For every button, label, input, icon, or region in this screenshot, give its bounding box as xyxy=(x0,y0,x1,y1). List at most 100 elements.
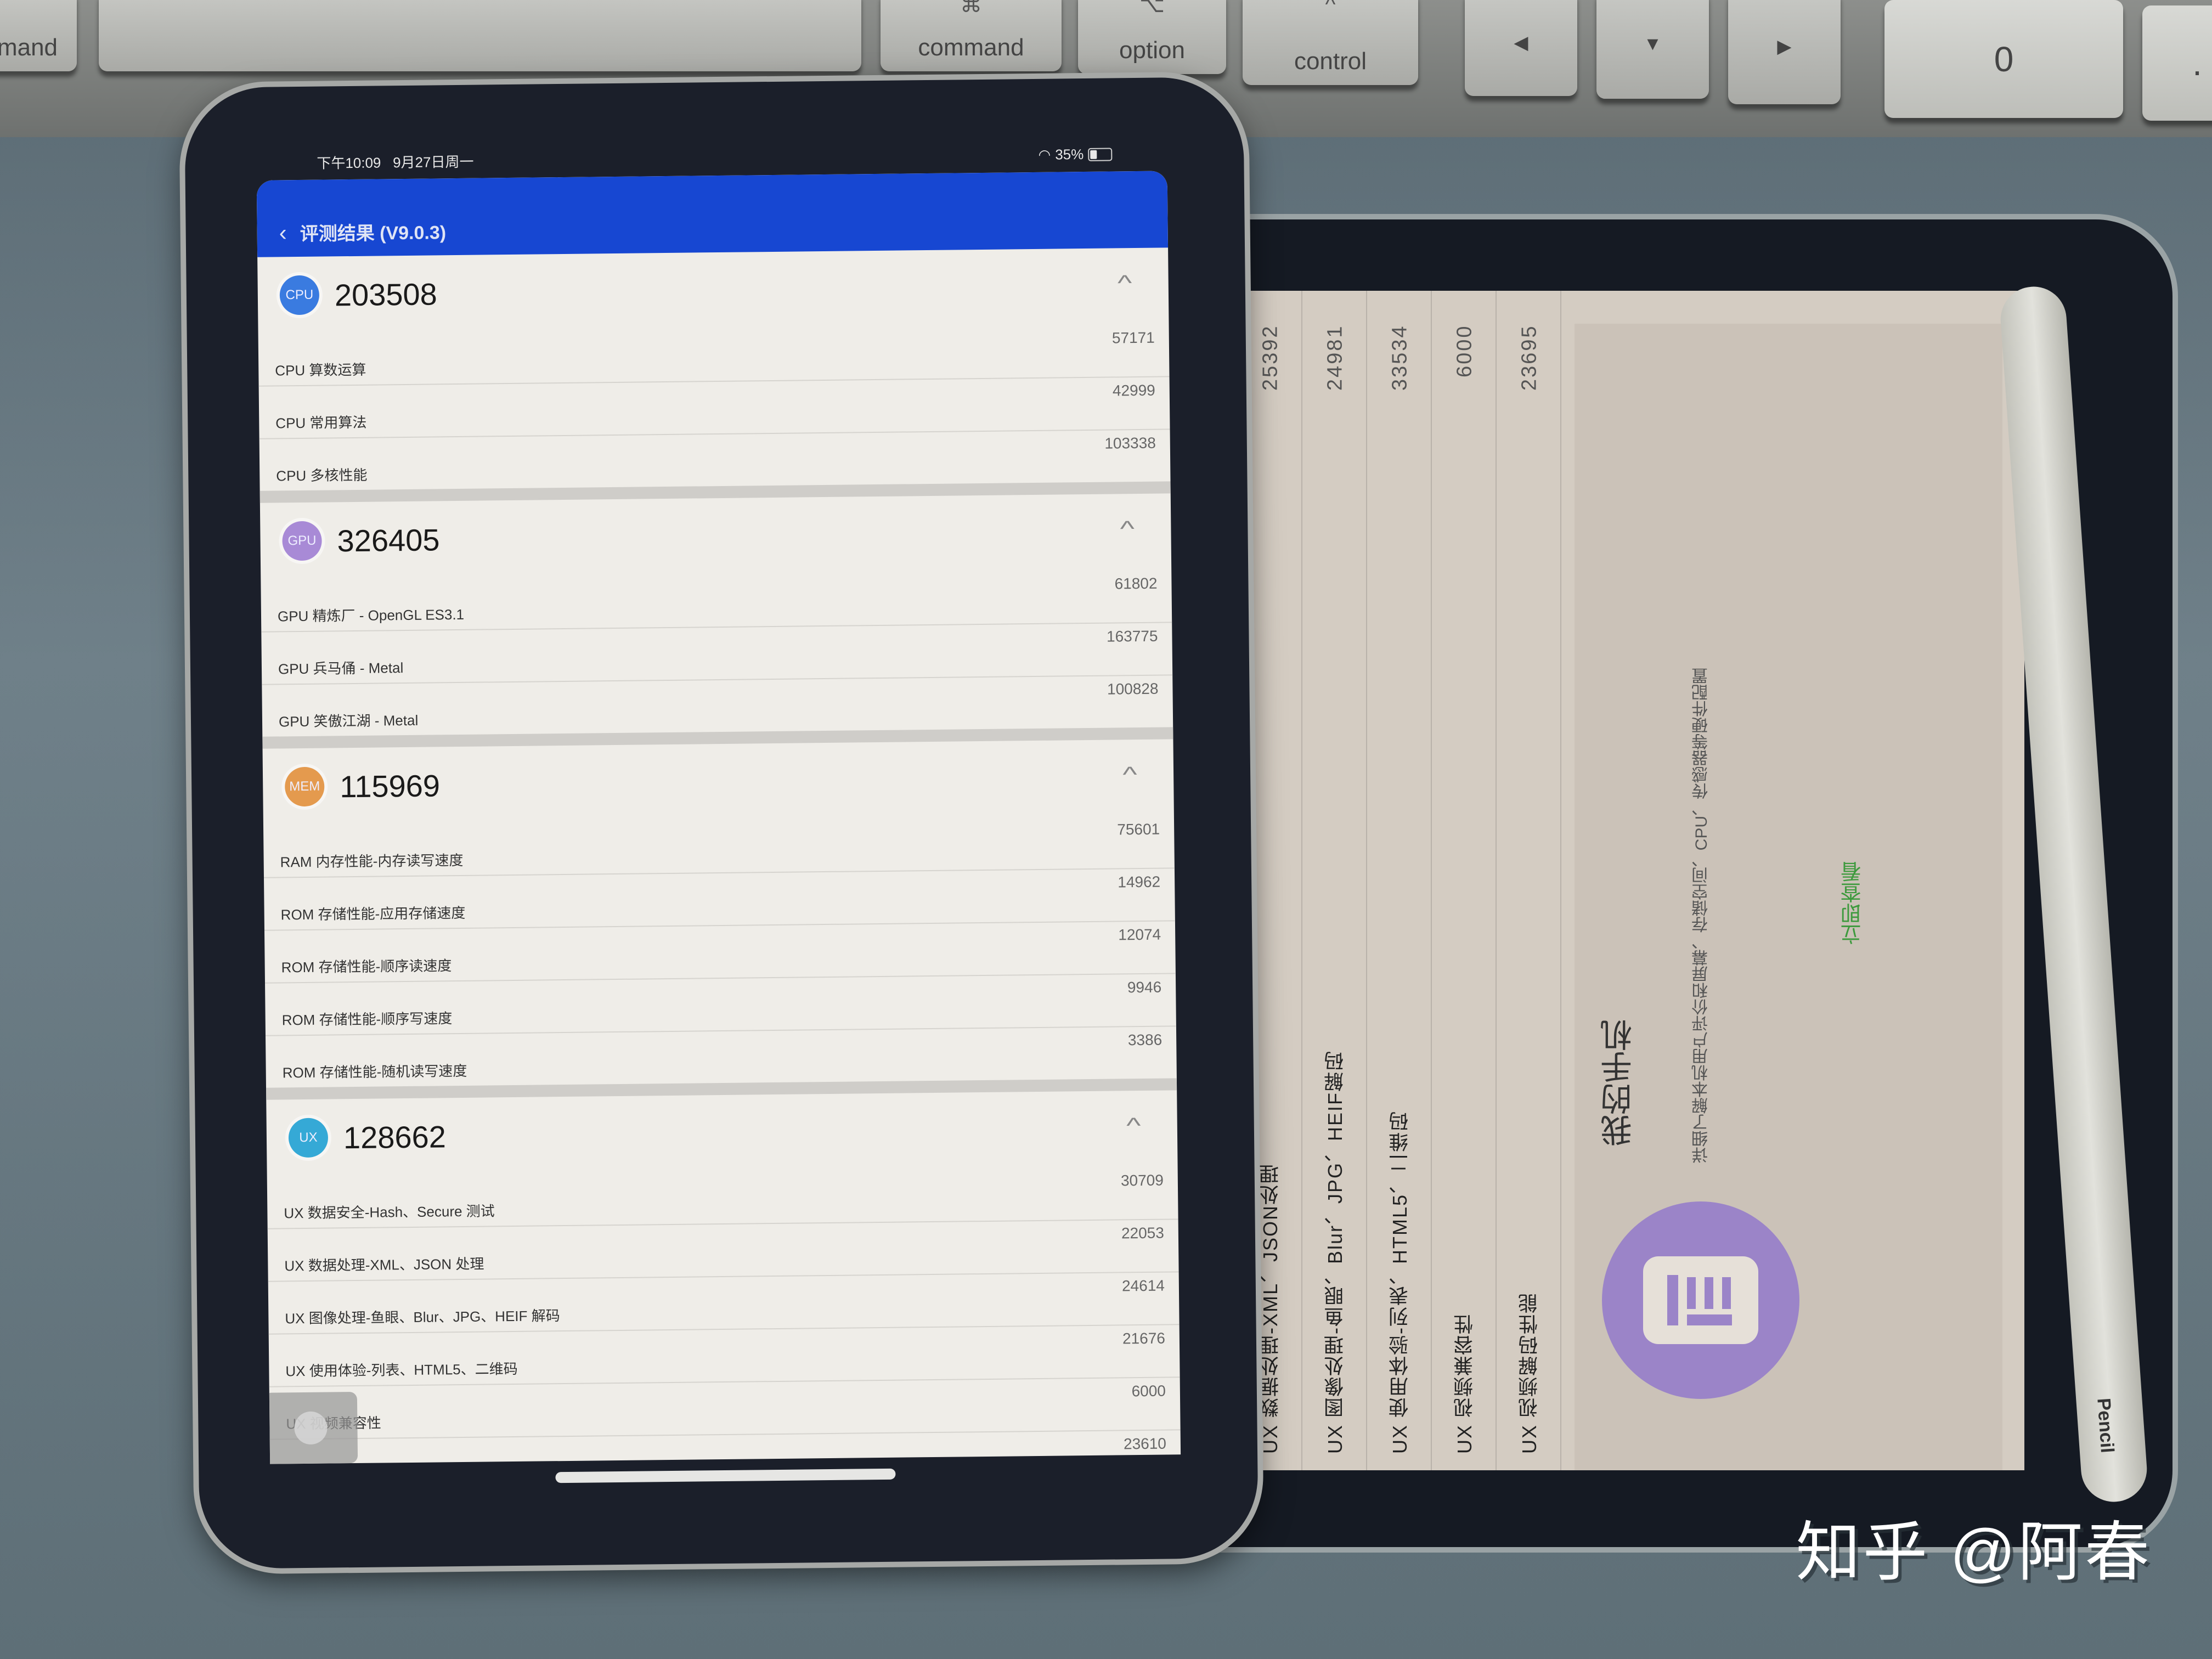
cpu-badge-icon: CPU xyxy=(279,275,320,315)
score-row: CPU 多核性能 103338 xyxy=(259,430,1171,490)
score-label: CPU 算数运算 xyxy=(275,361,366,379)
option-icon: ⌥ xyxy=(1139,0,1165,17)
key-space xyxy=(99,0,861,71)
score-value: 61802 xyxy=(1114,574,1158,592)
score-row: 6000 UX 视频兼容性 xyxy=(1434,291,1497,1470)
score-value: 33534 xyxy=(1388,324,1412,391)
key-zero: 0 xyxy=(1884,0,2123,118)
score-label: GPU 精炼厂 - OpenGL ES3.1 xyxy=(277,606,465,625)
score-value: 6000 xyxy=(1131,1382,1166,1400)
gpu-badge-icon: GPU xyxy=(282,521,322,561)
score-row: UX 使用体验-列表、HTML5、二维码 21676 xyxy=(268,1325,1180,1387)
score-value: 23695 xyxy=(1517,324,1541,391)
my-phone-card[interactable]: 我的手机 详细了解本机用户评价和屏幕、存储空间、CPU、传感器等硬件配置 立即查… xyxy=(1575,324,2002,1470)
ux-badge-icon: UX xyxy=(288,1118,329,1158)
score-value: 21676 xyxy=(1122,1329,1166,1347)
section-total-score: 128662 xyxy=(343,1119,447,1155)
section-ux: UX 128662 ^ UX 数据安全-Hash、Secure 测试 30709 UX 数… xyxy=(266,1090,1181,1464)
score-row: RAM 内存性能-内存读写速度 75601 xyxy=(263,816,1175,878)
status-date: 9月27日周一 xyxy=(392,153,474,171)
home-indicator[interactable] xyxy=(555,1468,896,1483)
score-label: UX 视频兼容性 xyxy=(1453,1313,1476,1454)
key-arrow-left: ◀ xyxy=(1465,0,1577,96)
status-time: 下午10:09 xyxy=(317,154,381,172)
score-label: CPU 常用算法 xyxy=(275,414,367,432)
arrow-right-icon: ▶ xyxy=(1777,36,1792,57)
score-value: 75601 xyxy=(1117,820,1160,838)
section-header-cpu[interactable]: CPU 203508 ^ xyxy=(257,247,1169,334)
score-value: 24981 xyxy=(1323,324,1347,391)
score-row: ROM 存储性能-随机读写速度 3386 xyxy=(266,1026,1177,1087)
battery-percent: 35% xyxy=(1055,146,1084,163)
score-row: UX 视频兼容性6000 xyxy=(269,1378,1181,1440)
ipad-air-screen: 23695 UX 视频解码性能 6000 UX 视频兼容性 33534 UX 使用体验-列… xyxy=(1229,291,2024,1470)
key-arrow-down: ▼ xyxy=(1596,0,1709,99)
key-control: ^ control xyxy=(1243,0,1418,85)
score-label: CPU 多核性能 xyxy=(276,466,368,484)
view-now-link[interactable]: 立即查看 xyxy=(1838,861,1868,945)
card-title: 我的手机 xyxy=(1601,1019,1637,1147)
section-total-score: 115969 xyxy=(339,768,441,804)
section-total-score: 203508 xyxy=(334,276,438,312)
score-row: ROM 存储性能-顺序读速度 12074 xyxy=(264,921,1176,984)
control-icon: ^ xyxy=(1325,0,1336,16)
score-row: UX 数据处理-XML、JSON 处理 22053 xyxy=(267,1220,1179,1282)
score-row: CPU 常用算法 42999 xyxy=(258,377,1170,439)
score-row: 33534 UX 使用体验-列表、HTML5、二维码 xyxy=(1369,291,1432,1470)
section-header-mem[interactable]: MEM 115969 ^ xyxy=(263,739,1174,825)
section-header-gpu[interactable]: GPU 326405 ^ xyxy=(260,493,1171,579)
score-label: UX 使用体验-列表、HTML5、二维码 xyxy=(1389,1110,1411,1454)
section-mem: MEM 115969 ^ RAM 内存性能-内存读写速度 75601 ROM 存储性能-应… xyxy=(262,739,1177,1100)
chevron-up-icon[interactable]: ^ xyxy=(1122,763,1137,787)
score-value: 163775 xyxy=(1106,627,1158,645)
chevron-up-icon[interactable]: ^ xyxy=(1120,517,1135,541)
card-description: 详细了解本机用户评价和屏幕、存储空间、CPU、传感器等硬件配置 xyxy=(1692,667,1711,1163)
score-row: UX 数据安全-Hash、Secure 测试 30709 xyxy=(267,1167,1178,1229)
key-option: ⌥ option xyxy=(1078,0,1226,74)
key-period: . xyxy=(2142,5,2212,121)
score-row: GPU 笑傲江湖 - Metal 100828 xyxy=(262,675,1173,736)
score-value: 100828 xyxy=(1107,680,1159,698)
score-row: GPU 兵马俑 - Metal 163775 xyxy=(261,623,1173,685)
score-label: UX 数据处理-XML、JSON 处理 xyxy=(284,1255,484,1274)
benchmark-results-screen: ‹ 评测结果 (V9.0.3) CPU 203508 ^ CPU 算数运算 57171 C… xyxy=(256,171,1181,1464)
benchmark-app-icon xyxy=(1602,1201,1799,1399)
key-arrow-right: ▶ xyxy=(1728,0,1841,104)
score-label: UX 图像处理-鱼眼、Blur、JPG、HEIF 解码 xyxy=(285,1307,560,1327)
score-value: 6000 xyxy=(1453,324,1476,378)
score-value: 23610 xyxy=(1123,1435,1167,1453)
ipad-mini: 下午10:09 9月27日周一 ◠ 35% ‹ 评测结果 (V9.0.3) CP… xyxy=(184,76,1259,1570)
score-label: ROM 存储性能-随机读写速度 xyxy=(282,1062,467,1081)
key-command: ⌘ command xyxy=(881,0,1062,71)
score-value: 25392 xyxy=(1259,324,1282,391)
mem-badge-icon: MEM xyxy=(284,766,325,807)
score-row: ROM 存储性能-顺序写速度 9946 xyxy=(265,974,1176,1036)
score-label: UX 数据安全-Hash、Secure 测试 xyxy=(284,1203,495,1222)
score-label: GPU 兵马俑 - Metal xyxy=(278,659,404,678)
score-label: ROM 存储性能-顺序读速度 xyxy=(281,957,452,976)
watermark: 知乎 @阿春 xyxy=(1796,1516,2152,1589)
section-header-ux[interactable]: UX 128662 ^ xyxy=(266,1090,1177,1176)
score-row: UX 图像处理-鱼眼、Blur、JPG、HEIF 解码 24614 xyxy=(268,1272,1180,1335)
arrow-left-icon: ◀ xyxy=(1514,32,1528,53)
score-label: UX 图像处理-鱼眼、Blur、JPG、HEIF解码 xyxy=(1324,1049,1346,1454)
pencil-label: Pencil xyxy=(2093,1397,2118,1454)
arrow-down-icon: ▼ xyxy=(1643,33,1662,54)
score-value: 103338 xyxy=(1104,434,1156,452)
section-total-score: 326405 xyxy=(337,522,440,558)
page-title: 评测结果 (V9.0.3) xyxy=(300,222,447,245)
chevron-up-icon[interactable]: ^ xyxy=(1118,271,1132,296)
score-label: UX 使用体验-列表、HTML5、二维码 xyxy=(285,1360,518,1380)
assistive-touch-button[interactable] xyxy=(263,1392,358,1464)
chevron-up-icon[interactable]: ^ xyxy=(1126,1114,1141,1138)
section-cpu: CPU 203508 ^ CPU 算数运算 57171 CPU 常用算法 42999 CPU … xyxy=(257,247,1171,503)
score-value: 22053 xyxy=(1121,1224,1165,1242)
chevron-left-icon[interactable]: ‹ xyxy=(279,219,287,246)
score-value: 30709 xyxy=(1120,1171,1164,1189)
section-gpu: GPU 326405 ^ GPU 精炼厂 - OpenGL ES3.1 61802 GPU… xyxy=(259,493,1173,749)
score-value: 24614 xyxy=(1121,1277,1165,1295)
score-value: 9946 xyxy=(1127,978,1162,996)
score-label: RAM 内存性能-内存读写速度 xyxy=(280,851,464,871)
score-row: GPU 精炼厂 - OpenGL ES3.1 61802 xyxy=(261,570,1172,633)
score-label: UX 数据处理-XML、JSON处理 xyxy=(1259,1163,1282,1454)
